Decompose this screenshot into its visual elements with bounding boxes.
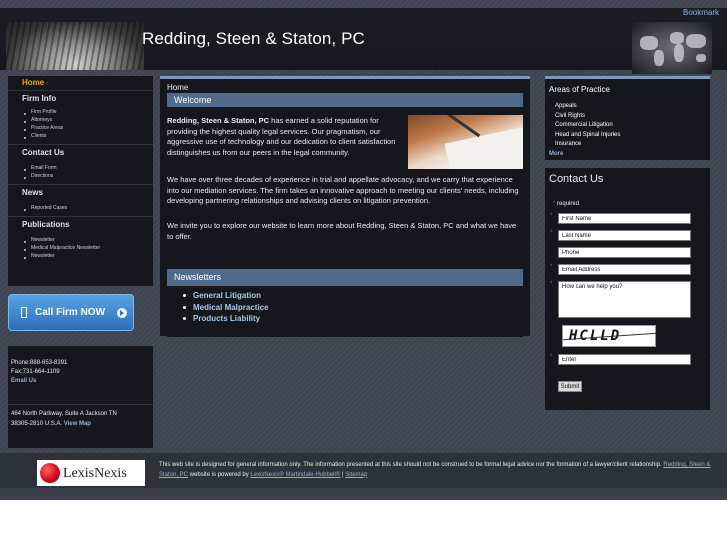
newsletters-list: General Litigation Medical Malpractice P… bbox=[183, 290, 269, 325]
message-textarea[interactable]: How can we help you? bbox=[558, 281, 691, 318]
nav-list-contact-us: Email Form Directions bbox=[8, 160, 153, 184]
newsletters-heading: Newsletters bbox=[167, 269, 523, 286]
nav-item-firm-profile[interactable]: Firm Profile bbox=[24, 108, 153, 116]
practice-item-head-spinal-injuries[interactable]: Head and Spinal Injuries bbox=[555, 131, 620, 141]
contact-form-heading: Contact Us bbox=[549, 173, 604, 185]
divider bbox=[8, 404, 153, 405]
practice-item-civil-rights[interactable]: Civil Rights bbox=[555, 112, 620, 122]
nav-section-news[interactable]: News bbox=[8, 184, 153, 200]
call-firm-now-label: Call Firm NOW bbox=[35, 307, 106, 318]
fax-number: Fax:731-664-1109 bbox=[11, 369, 60, 375]
required-asterisk: * bbox=[550, 264, 553, 270]
practice-list: Appeals Civil Rights Commercial Litigati… bbox=[555, 102, 620, 150]
last-name-input[interactable] bbox=[558, 230, 691, 241]
address-line-2: 38305-2810 U.S.A. bbox=[11, 421, 63, 427]
contact-info-box: Phone:888-653-8391 Fax:731-664-1109 Emai… bbox=[8, 346, 153, 448]
areas-of-practice-heading: Areas of Practice bbox=[549, 85, 610, 94]
nav-item-medical-malpractice-newsletter[interactable]: Medical Malpractice Newsletter bbox=[24, 244, 153, 252]
welcome-heading: Welcome bbox=[167, 93, 523, 107]
captcha-image: HCLLD bbox=[562, 325, 657, 347]
address-line-1: 464 North Parkway, Suite A Jackson TN bbox=[11, 411, 117, 417]
submit-button[interactable]: Submit bbox=[558, 381, 582, 392]
footer-disclaimer: This web site is designed for general in… bbox=[159, 461, 719, 480]
site-header: Redding, Steen & Staton, PC Bookmark bbox=[0, 8, 727, 74]
practice-item-insurance[interactable]: Insurance bbox=[555, 140, 620, 150]
newsletter-products-liability[interactable]: Products Liability bbox=[183, 313, 269, 325]
arrow-right-icon bbox=[117, 308, 127, 318]
newsletter-medical-malpractice[interactable]: Medical Malpractice bbox=[183, 302, 269, 314]
nav-home[interactable]: Home bbox=[8, 76, 153, 90]
site-footer: LexisNexis This web site is designed for… bbox=[0, 453, 727, 488]
required-asterisk: * bbox=[550, 213, 553, 219]
intro-firm-name: Redding, Steen & Staton, PC bbox=[167, 116, 270, 125]
required-asterisk: * bbox=[550, 281, 553, 287]
captcha-input[interactable] bbox=[558, 354, 691, 365]
contact-form: Contact Us * required * * * * How can we… bbox=[545, 168, 710, 410]
nav-section-publications[interactable]: Publications bbox=[8, 216, 153, 232]
newsletter-general-litigation[interactable]: General Litigation bbox=[183, 290, 269, 302]
phone-icon bbox=[21, 307, 27, 318]
call-firm-now-button[interactable]: Call Firm NOW bbox=[8, 294, 134, 331]
signing-document-image bbox=[408, 115, 523, 169]
footer-lexisnexis-link[interactable]: LexisNexis® Martindale-Hubbell® bbox=[250, 472, 340, 478]
newsletters-box: Newsletters General Litigation Medical M… bbox=[167, 269, 523, 337]
invite-paragraph: We invite you to explore our website to … bbox=[167, 221, 517, 241]
nav-item-newsletter[interactable]: Newsletter bbox=[24, 236, 153, 244]
nav-item-reported-cases[interactable]: Reported Cases bbox=[24, 204, 153, 212]
first-name-input[interactable] bbox=[558, 213, 691, 224]
nav-section-firm-info[interactable]: Firm Info bbox=[8, 90, 153, 106]
nav-list-news: Reported Cases bbox=[8, 200, 153, 216]
lexisnexis-ball-icon bbox=[40, 463, 60, 483]
nav-list-firm-info: Firm Profile Attorneys Practice Areas Cl… bbox=[8, 106, 153, 144]
nav-section-contact-us[interactable]: Contact Us bbox=[8, 144, 153, 160]
lexisnexis-wordmark: LexisNexis bbox=[63, 466, 127, 481]
nav-item-practice-areas[interactable]: Practice Areas bbox=[24, 124, 153, 132]
world-map-image bbox=[632, 22, 712, 74]
footer-text-1: This web site is designed for general in… bbox=[159, 462, 664, 468]
nav-item-clients[interactable]: Clients bbox=[24, 132, 153, 140]
areas-of-practice-box: Areas of Practice Appeals Civil Rights C… bbox=[545, 76, 710, 160]
bookmark-link[interactable]: Bookmark bbox=[683, 8, 719, 17]
required-note: * required bbox=[553, 201, 579, 207]
bottom-strip bbox=[0, 488, 727, 500]
footer-text-2: website is powered by bbox=[188, 471, 251, 478]
email-us-link[interactable]: Email Us bbox=[11, 378, 36, 384]
view-map-link[interactable]: View Map bbox=[64, 421, 91, 427]
email-input[interactable] bbox=[558, 264, 691, 275]
lexisnexis-logo[interactable]: LexisNexis bbox=[37, 460, 145, 486]
phone-input[interactable] bbox=[558, 247, 691, 258]
building-columns-image bbox=[6, 22, 144, 70]
nav-item-directions[interactable]: Directions bbox=[24, 172, 153, 180]
required-asterisk: * bbox=[550, 230, 553, 236]
practice-item-commercial-litigation[interactable]: Commercial Litigation bbox=[555, 121, 620, 131]
nav-list-publications: Newsletter Medical Malpractice Newslette… bbox=[8, 232, 153, 264]
practice-more-link[interactable]: More bbox=[549, 151, 563, 157]
required-label: required bbox=[557, 201, 580, 207]
nav-item-email-form[interactable]: Email Form bbox=[24, 164, 153, 172]
left-navigation: Home Firm Info Firm Profile Attorneys Pr… bbox=[8, 76, 153, 286]
required-asterisk: * bbox=[550, 354, 553, 360]
phone-number: Phone:888-653-8391 bbox=[11, 360, 68, 366]
footer-sitemap-link[interactable]: Sitemap bbox=[345, 472, 367, 478]
practice-item-appeals[interactable]: Appeals bbox=[555, 102, 620, 112]
nav-item-attorneys[interactable]: Attorneys bbox=[24, 116, 153, 124]
experience-paragraph: We have over three decades of experience… bbox=[167, 175, 519, 205]
nav-item-newsletter-2[interactable]: Newsletter bbox=[24, 252, 153, 260]
intro-paragraph: Redding, Steen & Staton, PC has earned a… bbox=[167, 116, 402, 158]
firm-title: Redding, Steen & Staton, PC bbox=[142, 29, 365, 48]
breadcrumb[interactable]: Home bbox=[167, 83, 188, 92]
